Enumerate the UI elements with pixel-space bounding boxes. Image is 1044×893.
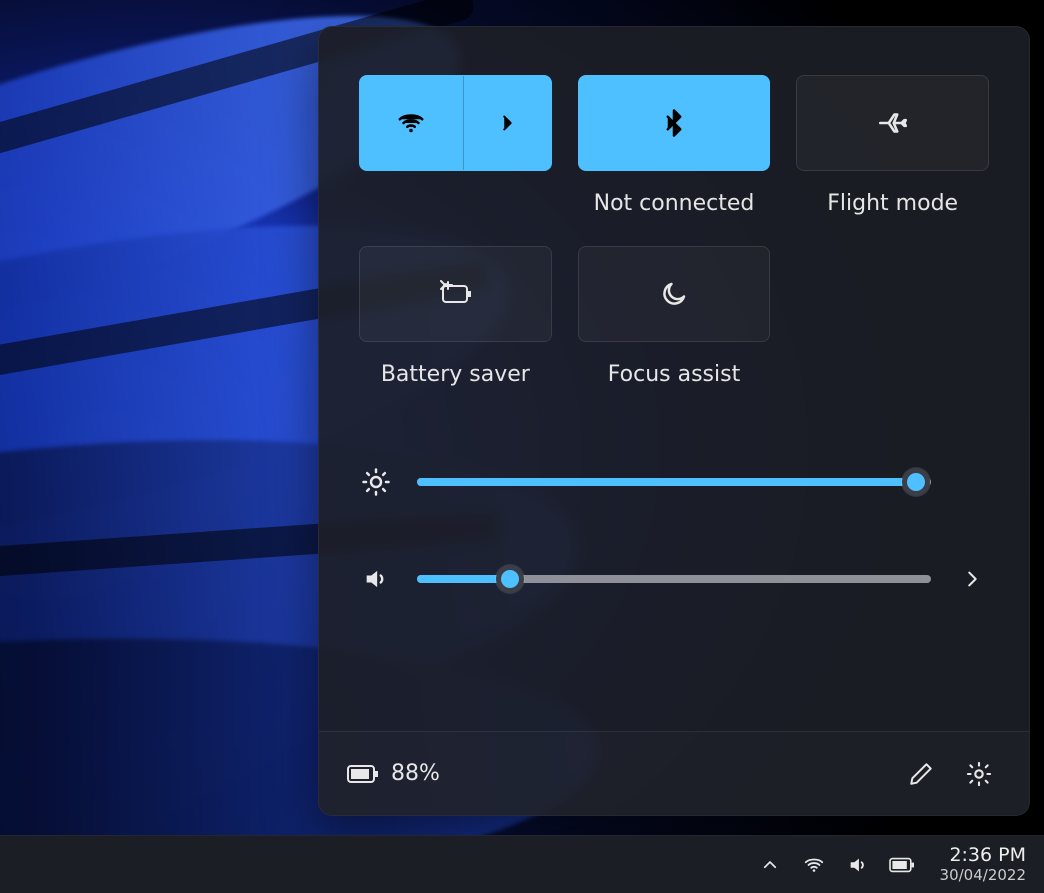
chevron-right-icon	[961, 568, 983, 590]
system-tray	[756, 851, 916, 879]
quick-settings-grid: Not connected Flight mode	[319, 27, 1029, 407]
tile-wrap-battery-saver: Battery saver	[359, 246, 552, 387]
brightness-icon	[359, 467, 393, 497]
flight-mode-tile[interactable]	[796, 75, 989, 171]
tile-wrap-focus-assist: Focus assist	[578, 246, 771, 387]
gear-icon	[965, 760, 993, 788]
brightness-slider-fill	[417, 478, 916, 486]
tray-volume-button[interactable]	[844, 851, 872, 879]
volume-slider-row	[359, 565, 989, 593]
wifi-icon	[396, 108, 426, 138]
moon-icon	[659, 279, 689, 309]
tray-wifi-button[interactable]	[800, 851, 828, 879]
wifi-tile[interactable]	[359, 75, 552, 171]
taskbar: 2:36 PM 30/04/2022	[0, 835, 1044, 893]
focus-assist-tile[interactable]	[578, 246, 771, 342]
wifi-icon	[803, 854, 825, 876]
flight-mode-tile-label: Flight mode	[827, 191, 958, 216]
battery-status-button[interactable]: 88%	[347, 761, 440, 786]
tile-wrap-wifi	[359, 75, 552, 216]
wifi-expand-button[interactable]	[463, 76, 551, 170]
battery-percent-label: 88%	[391, 761, 440, 786]
clock-time: 2:36 PM	[940, 845, 1026, 867]
pencil-icon	[908, 761, 934, 787]
chevron-right-icon	[496, 112, 518, 134]
wifi-toggle-zone[interactable]	[360, 76, 463, 170]
volume-icon	[359, 565, 393, 593]
airplane-icon	[876, 106, 910, 140]
bluetooth-tile-label: Not connected	[594, 191, 755, 216]
brightness-slider[interactable]	[417, 478, 931, 486]
taskbar-clock[interactable]: 2:36 PM 30/04/2022	[940, 845, 1026, 884]
tray-battery-button[interactable]	[888, 851, 916, 879]
battery-icon	[347, 764, 379, 784]
bluetooth-icon	[659, 106, 689, 140]
battery-saver-icon	[435, 280, 475, 308]
tray-overflow-button[interactable]	[756, 851, 784, 879]
volume-slider-thumb[interactable]	[496, 565, 524, 593]
quick-settings-footer: 88%	[319, 731, 1029, 815]
battery-saver-tile[interactable]	[359, 246, 552, 342]
volume-expand-button[interactable]	[955, 568, 989, 590]
tile-wrap-flight-mode: Flight mode	[796, 75, 989, 216]
clock-date: 30/04/2022	[940, 867, 1026, 884]
settings-button[interactable]	[957, 752, 1001, 796]
chevron-up-icon	[761, 856, 779, 874]
quick-settings-panel: Not connected Flight mode	[318, 26, 1030, 816]
battery-icon	[889, 857, 915, 873]
focus-assist-tile-label: Focus assist	[608, 362, 740, 387]
battery-saver-tile-label: Battery saver	[381, 362, 530, 387]
sliders-section	[319, 437, 1029, 623]
brightness-slider-thumb[interactable]	[902, 468, 930, 496]
brightness-slider-row	[359, 467, 989, 497]
bluetooth-tile[interactable]	[578, 75, 771, 171]
edit-quick-settings-button[interactable]	[899, 752, 943, 796]
tile-wrap-bluetooth: Not connected	[578, 75, 771, 216]
volume-slider[interactable]	[417, 575, 931, 583]
volume-icon	[847, 854, 869, 876]
